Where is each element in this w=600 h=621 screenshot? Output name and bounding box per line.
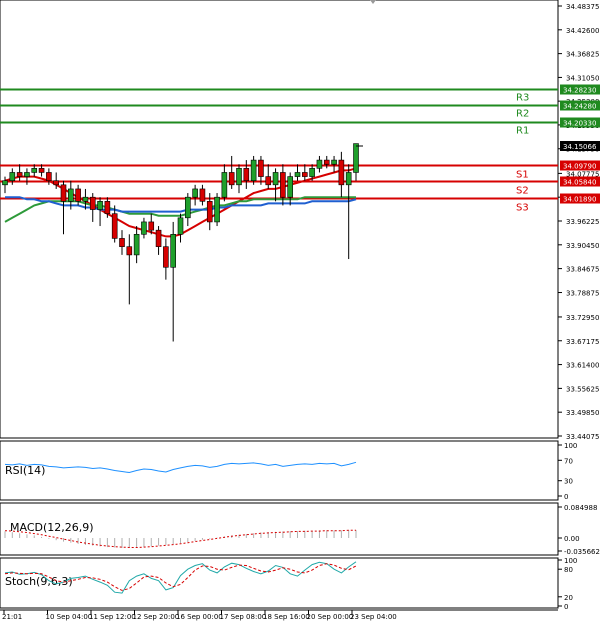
- level-name-r3: R3: [516, 93, 529, 104]
- candle-body: [199, 188, 206, 202]
- level-value-s2: 34.05840: [563, 179, 596, 187]
- candle-body: [38, 168, 45, 173]
- stoch-title: Stoch(9,6,3): [5, 575, 73, 588]
- stoch-tick-label: 100: [564, 557, 577, 565]
- candle-body: [75, 188, 81, 202]
- level-name-r2: R2: [516, 109, 529, 120]
- price-tick-label: 33.55625: [566, 385, 599, 393]
- candle-body: [294, 172, 301, 177]
- candle-body: [53, 180, 59, 186]
- candle-body: [206, 201, 213, 223]
- candle-body: [353, 143, 359, 173]
- price-tick-label: 34.31050: [566, 74, 599, 82]
- chart-canvas: 34.4837534.4260034.3682534.3105034.25300…: [0, 0, 600, 621]
- candle-body: [126, 246, 133, 256]
- time-tick-label: 23 Sep 04:00: [350, 613, 397, 621]
- candle-body: [177, 217, 184, 235]
- time-tick-label: 20 Sep 00:00: [307, 613, 354, 621]
- candle-body: [280, 172, 286, 198]
- candle-body: [31, 168, 38, 173]
- price-tick-label: 33.90450: [566, 242, 599, 250]
- level-name-s1: S1: [516, 170, 529, 181]
- price-tick-label: 33.72950: [566, 314, 599, 322]
- macd-tick-label: 0.00: [564, 535, 580, 543]
- time-tick-label: 21:01: [2, 613, 22, 621]
- candle-body: [316, 159, 323, 169]
- candle-body: [243, 168, 250, 182]
- level-name-s3: S3: [516, 203, 529, 214]
- candle-body: [192, 188, 198, 198]
- time-tick-label: 16 Sep 00:00: [176, 613, 223, 621]
- rsi-tick-label: 30: [564, 478, 573, 486]
- current-price-label: 34.15066: [563, 143, 597, 151]
- price-tick-label: 33.67175: [566, 338, 599, 346]
- level-value-r1: 34.20330: [563, 120, 596, 128]
- level-name-s2: S2: [516, 186, 529, 197]
- candle-body: [338, 159, 345, 186]
- candle-body: [16, 172, 23, 177]
- candle-body: [60, 184, 67, 202]
- price-tick-label: 33.84675: [566, 266, 599, 274]
- time-tick-label: 11 Sep 12:00: [89, 613, 136, 621]
- candle-body: [185, 196, 191, 219]
- level-value-r2: 34.24280: [563, 103, 596, 111]
- candle-body: [221, 172, 228, 198]
- time-tick-label: 12 Sep 20:00: [133, 613, 180, 621]
- candle-body: [265, 176, 272, 186]
- candle-body: [331, 159, 337, 165]
- candle-body: [287, 176, 293, 198]
- candle-body: [119, 238, 125, 247]
- rsi-tick-label: 70: [564, 457, 573, 465]
- candle-body: [82, 196, 89, 202]
- rsi-title: RSI(14): [5, 464, 45, 477]
- price-tick-label: 33.44075: [566, 433, 599, 441]
- candle-body: [272, 172, 279, 186]
- level-value-s1: 34.09790: [563, 163, 596, 171]
- candle-body: [141, 221, 147, 235]
- candle-body: [250, 159, 257, 182]
- time-tick-label: 17 Sep 08:00: [220, 613, 267, 621]
- price-tick-label: 33.78875: [566, 290, 599, 298]
- candle-body: [309, 168, 315, 177]
- candle-body: [89, 196, 96, 210]
- candle-body: [111, 213, 118, 239]
- level-value-r3: 34.28230: [563, 87, 596, 95]
- candle-body: [97, 201, 103, 210]
- candle-body: [345, 172, 352, 186]
- candle-body: [228, 172, 235, 186]
- time-tick-label: 10 Sep 04:00: [46, 613, 93, 621]
- price-tick-label: 33.96225: [566, 218, 599, 226]
- candle-body: [258, 159, 264, 177]
- candle-body: [24, 172, 30, 177]
- price-tick-label: 34.36825: [566, 51, 599, 59]
- candle-body: [155, 229, 162, 247]
- candle-body: [170, 233, 176, 268]
- price-tick-label: 33.61400: [566, 362, 599, 370]
- level-name-r1: R1: [516, 126, 529, 137]
- candle-body: [46, 172, 52, 182]
- price-tick-label: 34.48375: [566, 3, 599, 11]
- macd-tick-label: -0.035662: [564, 548, 600, 556]
- price-tick-label: 33.49850: [566, 409, 599, 417]
- time-tick-label: 18 Sep 16:00: [263, 613, 310, 621]
- candle-body: [104, 201, 111, 214]
- price-tick-label: 34.42600: [566, 27, 599, 35]
- candle-body: [9, 172, 16, 182]
- candle-body: [2, 180, 8, 186]
- candle-body: [68, 188, 74, 202]
- stoch-tick-label: 80: [564, 566, 573, 574]
- candle-body: [163, 246, 169, 268]
- stoch-tick-label: 20: [564, 594, 573, 602]
- candle-body: [323, 159, 330, 165]
- macd-tick-label: 0.084988: [564, 504, 597, 512]
- candle-body: [302, 172, 308, 177]
- candle-body: [236, 168, 242, 186]
- stoch-tick-label: 0: [564, 603, 568, 611]
- level-value-s3: 34.01890: [563, 196, 596, 204]
- candle-body: [214, 196, 220, 223]
- candle-body: [133, 233, 140, 256]
- rsi-tick-label: 100: [564, 442, 577, 450]
- candle-body: [148, 221, 155, 231]
- rsi-tick-label: 0: [564, 493, 568, 501]
